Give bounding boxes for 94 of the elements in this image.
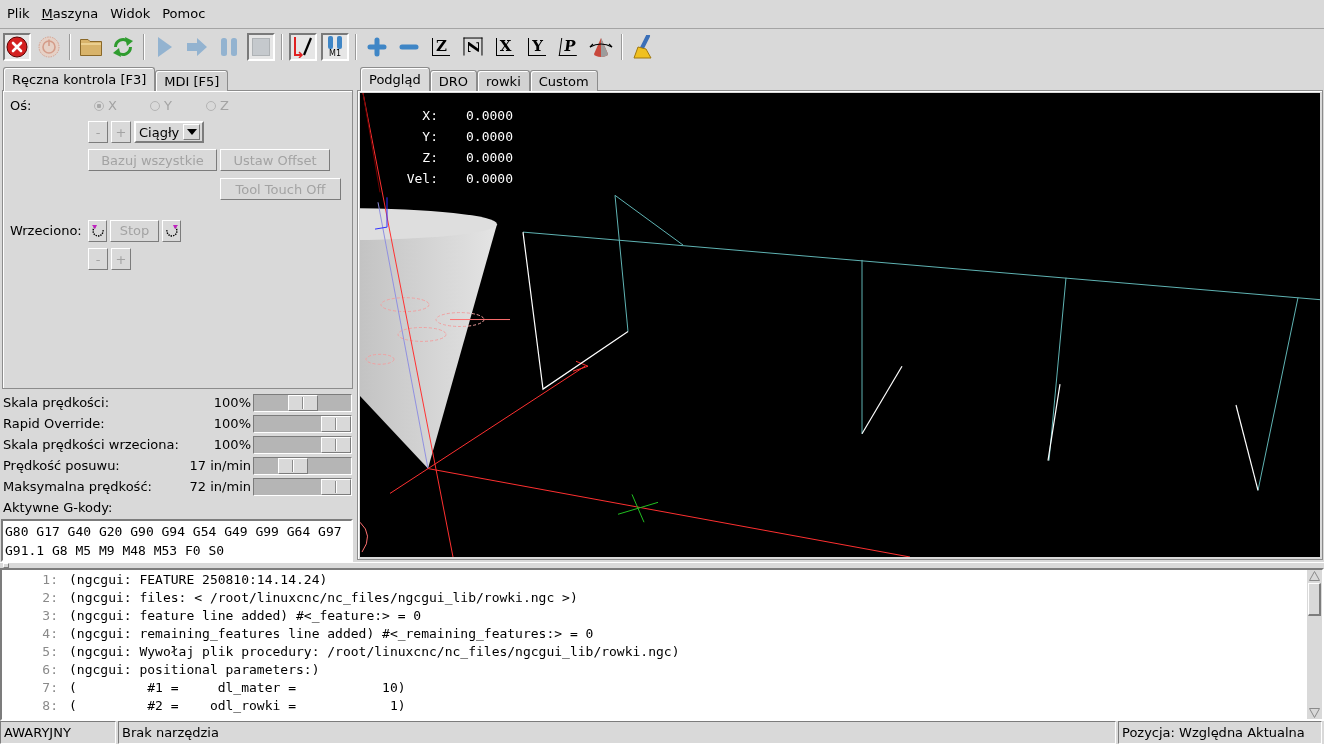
- override-reading: 100%: [213, 395, 251, 410]
- play-icon: [157, 35, 173, 58]
- menu-item[interactable]: Widok: [104, 4, 157, 24]
- view-button[interactable]: X: [491, 32, 519, 61]
- scroll-up-icon: [1309, 571, 1320, 581]
- code-line: ( #2 = odl_rowki = 1): [69, 697, 406, 715]
- code-line: ( #1 = dl_mater = 10): [69, 679, 406, 697]
- axis-label: Oś:: [9, 98, 33, 113]
- dro-label: Y:: [421, 128, 438, 146]
- power-icon: [38, 35, 60, 58]
- tab[interactable]: Custom: [529, 70, 598, 91]
- spindle-cw-button[interactable]: [162, 219, 181, 242]
- line-number: 3:: [41, 607, 58, 625]
- override-reading: 72 in/min: [189, 479, 251, 494]
- dro-value: 0.0000: [466, 107, 513, 125]
- menu-item[interactable]: Plik: [1, 4, 36, 24]
- slider-track[interactable]: [253, 435, 352, 454]
- status-estop: AWARYJNY: [0, 721, 116, 744]
- arrow-right-icon: [186, 36, 208, 57]
- override-reading: 100%: [213, 416, 251, 431]
- reload-icon: [112, 35, 134, 58]
- dro-value: 0.0000: [466, 149, 513, 167]
- view-button[interactable]: Z: [427, 32, 455, 61]
- status-position: Pozycja: Względna Aktualna: [1118, 721, 1322, 744]
- view-button[interactable]: Z: [459, 32, 487, 61]
- curved-arrow-icon: [164, 223, 179, 238]
- stop-square-icon: [252, 37, 270, 56]
- pause-bars-icon: [327, 35, 343, 49]
- line-number: 5:: [41, 643, 58, 661]
- tab[interactable]: Podgląd: [360, 67, 430, 91]
- override-label: Prędkość posuwu:: [3, 458, 121, 473]
- brush-icon: [632, 34, 654, 59]
- dro-value: 0.0000: [466, 128, 513, 146]
- perspective-view-button[interactable]: P: [555, 32, 583, 61]
- preview-viewport[interactable]: X: 0.0000 Y: 0.0000 Z: 0.0000 Vel: 0.0000: [360, 93, 1320, 557]
- dro-value: 0.0000: [466, 170, 513, 188]
- slider-thumb[interactable]: [321, 478, 351, 495]
- slider-track[interactable]: [253, 393, 352, 412]
- override-reading: 17 in/min: [189, 458, 251, 473]
- menu-item[interactable]: Maszyna: [35, 4, 105, 24]
- sash-handle-icon[interactable]: [3, 563, 9, 568]
- line-number: 1:: [41, 571, 58, 589]
- spindle-label: Wrzeciono:: [9, 223, 83, 238]
- active-gcodes-text: G80 G17 G40 G20 G90 G94 G54 G49 G99 G64 G97: [5, 523, 343, 541]
- line-number: 6:: [41, 661, 58, 679]
- line-number: 8:: [41, 697, 58, 715]
- pause-icon: [220, 36, 238, 57]
- code-line: (ngcgui: feature line added) #<_feature:> = 0: [69, 607, 422, 625]
- scrollbar[interactable]: [1307, 570, 1322, 719]
- line-number: 2:: [41, 589, 58, 607]
- status-tool: Brak narzędzia: [118, 721, 1116, 744]
- jog-mode-dropdown[interactable]: Ciągły: [134, 121, 204, 143]
- folder-icon: [80, 37, 102, 56]
- menu-item[interactable]: Pomoc: [156, 4, 212, 24]
- slider-thumb[interactable]: [278, 457, 309, 474]
- plus-icon: [367, 36, 387, 57]
- slider-track[interactable]: [253, 456, 352, 475]
- dro-label: Vel:: [405, 170, 438, 188]
- override-label: Rapid Override:: [3, 416, 106, 431]
- override-label: Maksymalna prędkość:: [3, 479, 153, 494]
- dro-label: Z:: [421, 149, 438, 167]
- slider-thumb[interactable]: [321, 415, 351, 432]
- stop-sign-icon: [6, 35, 28, 58]
- active-gcodes-text: G91.1 G8 M5 M9 M48 M53 F0 S0: [5, 542, 226, 560]
- code-line: (ngcgui: files: < /root/linuxcnc/nc_files/ngcgui_lib/rowki.ngc >): [69, 589, 578, 607]
- override-label: Skala prędkości:: [3, 395, 110, 410]
- curved-arrow-icon: [90, 223, 105, 238]
- code-line: (ngcgui: positional parameters:): [69, 661, 320, 679]
- active-gcodes-label: Aktywne G-kody:: [2, 499, 114, 517]
- spindle-ccw-button[interactable]: [88, 219, 107, 242]
- dro-label: X:: [421, 107, 438, 125]
- block-delete-icon: [293, 35, 313, 58]
- estop-button[interactable]: [3, 32, 31, 61]
- scrollbar-thumb[interactable]: [1308, 583, 1321, 616]
- block-delete-button[interactable]: [289, 32, 317, 61]
- tab[interactable]: DRO: [429, 70, 477, 91]
- line-number: 7:: [41, 679, 58, 697]
- override-reading: 100%: [213, 437, 251, 452]
- override-label: Skala prędkości wrzeciona:: [3, 437, 180, 452]
- slider-thumb[interactable]: [321, 436, 351, 453]
- scroll-down-icon: [1309, 708, 1320, 718]
- line-number: 4:: [41, 625, 58, 643]
- code-line: (ngcgui: FEATURE 250810:14.14.24): [69, 571, 328, 589]
- tab[interactable]: Ręczna kontrola [F3]: [3, 67, 156, 91]
- slider-thumb[interactable]: [287, 394, 318, 411]
- slider-track[interactable]: [253, 477, 352, 496]
- minus-icon: [399, 43, 419, 50]
- tab[interactable]: MDI [F5]: [155, 70, 229, 91]
- optional-stop-button[interactable]: M1: [321, 32, 349, 61]
- tab[interactable]: rowki: [476, 70, 530, 91]
- code-line: (ngcgui: remaining_features line added) #<_remaining_features:> = 0: [69, 625, 594, 643]
- slider-track[interactable]: [253, 414, 352, 433]
- code-line: (ngcgui: Wywołaj plik procedury: /root/linuxcnc/nc_files/ngcgui_lib/rowki.ngc): [69, 643, 680, 661]
- view-button[interactable]: Y: [523, 32, 551, 61]
